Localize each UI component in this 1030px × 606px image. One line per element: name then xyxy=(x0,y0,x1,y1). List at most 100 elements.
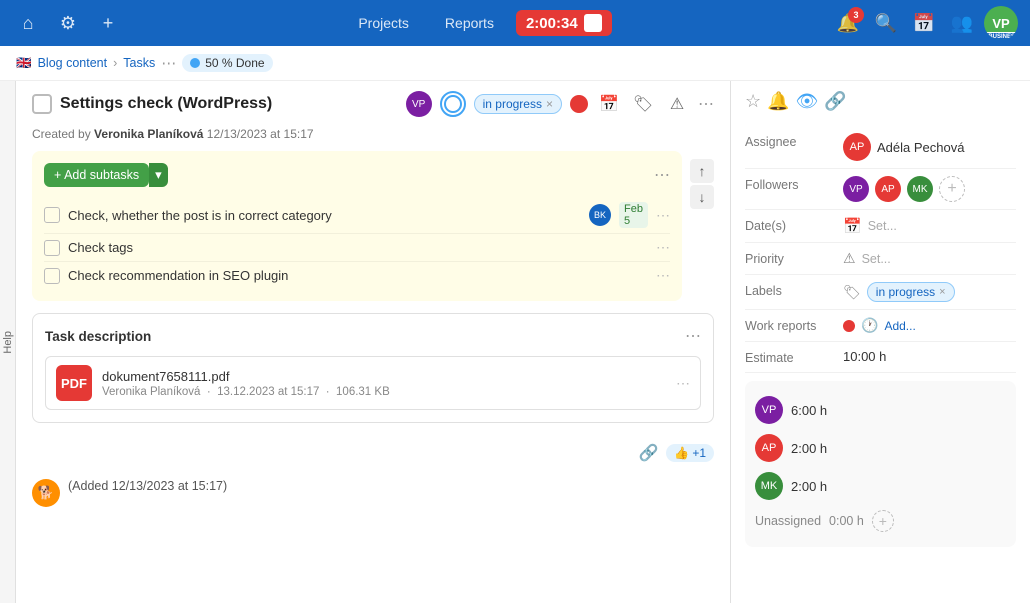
subtask-checkbox-3[interactable] xyxy=(44,268,60,284)
link-icon[interactable]: 🔗 xyxy=(638,443,658,463)
status-badge[interactable]: in progress × xyxy=(474,94,562,114)
scroll-down-button[interactable]: ↓ xyxy=(690,185,714,209)
like-count: +1 xyxy=(692,446,706,460)
comment-text: (Added 12/13/2023 at 15:17) xyxy=(68,479,227,493)
label-badge[interactable]: in progress × xyxy=(867,282,955,302)
status-remove-icon[interactable]: × xyxy=(546,97,553,111)
estimate-value: 10:00 h xyxy=(843,349,1016,364)
assignee-label: Assignee xyxy=(745,133,835,149)
unassigned-hours: 0:00 h xyxy=(829,514,864,528)
blog-content-link[interactable]: Blog content xyxy=(38,56,108,70)
add-follower-button[interactable]: + xyxy=(939,176,965,202)
add-person-button[interactable]: + xyxy=(872,510,894,532)
subtask-more-2[interactable]: ⋯ xyxy=(656,239,670,256)
scroll-up-button[interactable]: ↑ xyxy=(690,159,714,183)
priority-label: Priority xyxy=(745,250,835,266)
tasks-link[interactable]: Tasks xyxy=(123,56,155,70)
add-subtask-button[interactable]: + Add subtasks xyxy=(44,163,149,187)
work-reports-row: Work reports 🕐 Add... xyxy=(745,310,1016,342)
created-by-info: Created by Veronika Planíková 12/13/2023… xyxy=(32,123,714,151)
subtask-text-1: Check, whether the post is in correct ca… xyxy=(68,208,581,223)
subtask-checkbox-2[interactable] xyxy=(44,240,60,256)
dates-row: Date(s) 📅 Set... xyxy=(745,210,1016,243)
breadcrumb-more[interactable]: ⋯ xyxy=(161,54,176,72)
priority-set-placeholder[interactable]: Set... xyxy=(862,252,891,266)
task-complete-checkbox[interactable] xyxy=(32,94,52,114)
attachment-more-menu[interactable]: ⋯ xyxy=(676,375,690,392)
projects-nav[interactable]: Projects xyxy=(344,9,423,37)
timer-display: 2:00:34 xyxy=(526,15,578,32)
priority-row: Priority ⚠ Set... xyxy=(745,243,1016,275)
help-tab[interactable]: Help xyxy=(0,81,16,603)
labels-row: Labels 🏷 in progress × xyxy=(745,275,1016,310)
attachment-date: 13.12.2023 at 15:17 xyxy=(217,386,319,398)
label-icon: 🏷 xyxy=(843,284,861,301)
time-entry-avatar-3[interactable]: MK xyxy=(755,472,783,500)
subtask-assignee-1[interactable]: BK xyxy=(589,204,611,226)
subtask-checkbox-1[interactable] xyxy=(44,207,60,223)
notifications-button[interactable]: 🔔 3 xyxy=(832,7,864,39)
task-description-header: Task description ⋯ xyxy=(45,326,701,346)
labels-value: 🏷 in progress × xyxy=(843,282,1016,302)
attachment-meta: Veronika Planíková · 13.12.2023 at 15:17… xyxy=(102,386,666,398)
status-label: in progress xyxy=(483,97,542,111)
subtask-more-3[interactable]: ⋯ xyxy=(656,267,670,284)
calendar-task-icon[interactable]: 📅 xyxy=(596,91,622,117)
subtasks-section: + Add subtasks ▾ ⋯ Check, whether the po… xyxy=(32,151,682,301)
priority-value: ⚠ Set... xyxy=(843,250,1016,267)
navigation-arrows: ↑ ↓ xyxy=(690,151,714,217)
tags-icon[interactable]: 🏷 xyxy=(630,91,656,117)
task-header: Settings check (WordPress) VP in progres… xyxy=(32,81,714,123)
time-entry-avatar-1[interactable]: VP xyxy=(755,396,783,424)
dates-set-placeholder[interactable]: Set... xyxy=(868,219,897,233)
assignee-avatar[interactable]: AP xyxy=(843,133,871,161)
time-entry-2: AP 2:00 h xyxy=(755,429,1006,467)
right-panel-toolbar: ☆ 🔔 👁 🔗 xyxy=(745,91,1016,112)
record-button[interactable] xyxy=(570,95,588,113)
user-avatar[interactable]: VP BUSINESS xyxy=(984,6,1018,40)
timer-stop-button[interactable] xyxy=(584,14,602,32)
reports-nav[interactable]: Reports xyxy=(431,9,508,37)
follower-avatar-3[interactable]: MK xyxy=(907,176,933,202)
task-assignee-avatar[interactable]: VP xyxy=(406,91,432,117)
follower-avatar-2[interactable]: AP xyxy=(875,176,901,202)
subtask-text-3: Check recommendation in SEO plugin xyxy=(68,268,648,283)
subtask-item: Check recommendation in SEO plugin ⋯ xyxy=(44,262,670,289)
notification-badge: 3 xyxy=(848,7,864,23)
label-text: in progress xyxy=(876,285,935,299)
alert-icon[interactable]: ⚠ xyxy=(664,91,690,117)
work-reports-add[interactable]: Add... xyxy=(884,319,915,333)
priority-icon: ⚠ xyxy=(843,250,856,267)
like-button[interactable]: 👍 +1 xyxy=(666,444,714,462)
task-description-title: Task description xyxy=(45,329,151,344)
task-toolbar: 📅 🏷 ⚠ ⋯ xyxy=(570,91,714,117)
estimate-row: Estimate 10:00 h xyxy=(745,342,1016,373)
time-entry-1: VP 6:00 h xyxy=(755,391,1006,429)
bell-icon[interactable]: 🔔 xyxy=(767,91,789,112)
time-entry-avatar-2[interactable]: AP xyxy=(755,434,783,462)
eye-icon[interactable]: 👁 xyxy=(796,91,819,112)
subtasks-more-menu[interactable]: ⋯ xyxy=(654,165,670,185)
people-icon[interactable]: 👥 xyxy=(946,7,978,39)
search-icon[interactable]: 🔍 xyxy=(870,7,902,39)
add-icon[interactable]: + xyxy=(92,7,124,39)
star-icon[interactable]: ☆ xyxy=(745,91,761,112)
calendar-icon[interactable]: 📅 xyxy=(908,7,940,39)
help-label: Help xyxy=(2,331,14,354)
labels-label: Labels xyxy=(745,282,835,298)
description-more-menu[interactable]: ⋯ xyxy=(685,326,701,346)
add-subtask-caret[interactable]: ▾ xyxy=(149,163,168,187)
avatar-initials: VP xyxy=(992,16,1009,31)
label-remove-icon[interactable]: × xyxy=(939,286,945,298)
follower-avatar-1[interactable]: VP xyxy=(843,176,869,202)
subtask-more-1[interactable]: ⋯ xyxy=(656,207,670,224)
task-more-menu[interactable]: ⋯ xyxy=(698,94,714,114)
time-entry-hours-1: 6:00 h xyxy=(791,403,827,418)
subtasks-header: + Add subtasks ▾ ⋯ xyxy=(44,163,670,187)
home-icon[interactable]: ⌂ xyxy=(12,7,44,39)
timer-block[interactable]: 2:00:34 xyxy=(516,10,612,36)
settings-icon[interactable]: ⚙ xyxy=(52,7,84,39)
link-copy-icon[interactable]: 🔗 xyxy=(824,91,846,112)
commenter-avatar: 🐕 xyxy=(32,479,60,507)
subtask-item: Check tags ⋯ xyxy=(44,234,670,262)
